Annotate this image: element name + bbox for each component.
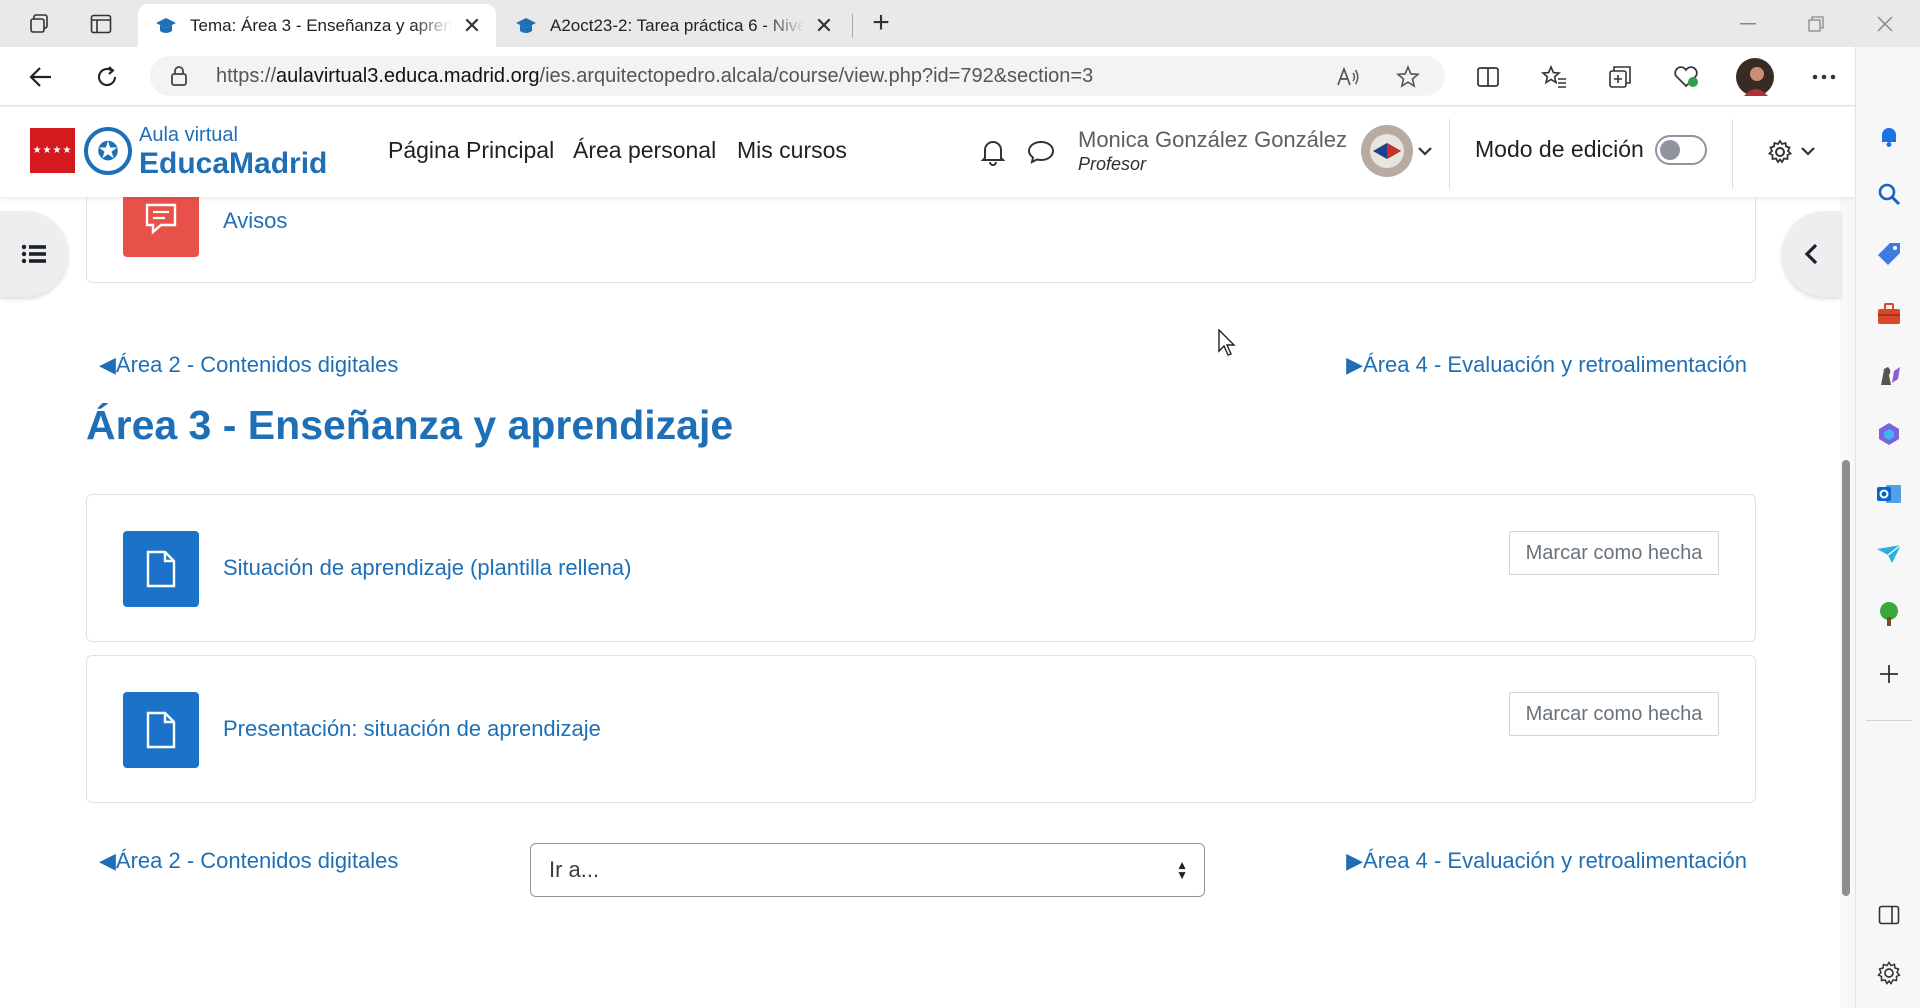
logo-title[interactable]: EducaMadrid	[139, 147, 327, 181]
tree-icon[interactable]	[1874, 599, 1904, 629]
browser-sidebar	[1855, 47, 1920, 1008]
read-aloud-icon[interactable]	[1328, 59, 1368, 95]
profile-avatar[interactable]	[1735, 55, 1775, 99]
browser-toolbar: https://aulavirtual3.educa.madrid.org/ie…	[0, 47, 1920, 106]
header-divider	[1449, 119, 1450, 189]
new-tab-button[interactable]: +	[864, 6, 898, 40]
send-icon[interactable]	[1874, 539, 1904, 569]
restore-icon[interactable]	[1788, 4, 1844, 44]
user-name[interactable]: Monica González González	[1078, 127, 1347, 153]
moodle-favicon-icon	[156, 17, 176, 33]
close-tab-icon[interactable]: ✕	[462, 13, 482, 39]
mark-as-done-button[interactable]: Marcar como hecha	[1509, 692, 1719, 736]
chevron-left-icon	[1804, 243, 1818, 265]
activity-link[interactable]: Situación de aprendizaje (plantilla rell…	[223, 555, 631, 581]
list-icon	[21, 244, 46, 264]
nav-mis-cursos[interactable]: Mis cursos	[737, 137, 847, 164]
layout-icon[interactable]	[1874, 900, 1904, 930]
activity-link-avisos[interactable]: Avisos	[223, 208, 287, 234]
collections-icon[interactable]	[1600, 59, 1640, 95]
close-tab-icon[interactable]: ✕	[814, 13, 834, 39]
activity-card: Situación de aprendizaje (plantilla rell…	[86, 494, 1756, 642]
activity-card: Presentación: situación de aprendizaje M…	[86, 655, 1756, 803]
tab-title: A2oct23-2: Tarea práctica 6 - Nivel	[550, 15, 804, 35]
tab-title: Tema: Área 3 - Enseñanza y aprendizaje	[190, 15, 452, 35]
web-page: ★★★★ ✪ Aula virtual EducaMadrid Página P…	[0, 107, 1855, 1008]
url-host: aulavirtual3.educa.madrid.org	[276, 64, 540, 87]
tab-active[interactable]: Tema: Área 3 - Enseñanza y aprendizaje ✕	[138, 4, 496, 47]
activity-link[interactable]: Presentación: situación de aprendizaje	[223, 716, 601, 742]
messages-icon[interactable]	[1026, 137, 1056, 167]
address-bar[interactable]: https://aulavirtual3.educa.madrid.org/ie…	[150, 56, 1445, 96]
nav-pagina-principal[interactable]: Página Principal	[388, 137, 554, 164]
toolbox-icon[interactable]	[1874, 299, 1904, 329]
mouse-cursor-icon	[1218, 329, 1236, 356]
url-scheme: https://	[216, 64, 277, 87]
workspaces-icon[interactable]	[22, 8, 56, 40]
user-avatar[interactable]	[1361, 125, 1413, 177]
tab-separator	[852, 14, 853, 38]
site-header: ★★★★ ✪ Aula virtual EducaMadrid Página P…	[0, 107, 1855, 197]
madrid-flag-logo: ★★★★	[30, 128, 75, 173]
jump-to-select[interactable]: Ir a... ▲ ▼	[530, 843, 1205, 897]
back-arrow-icon[interactable]	[22, 59, 60, 95]
user-menu-chevron-icon[interactable]	[1410, 137, 1440, 167]
reload-icon[interactable]	[88, 59, 126, 95]
search-icon[interactable]	[1874, 179, 1904, 209]
header-divider	[1732, 119, 1733, 189]
file-icon	[123, 692, 199, 768]
vertical-tabs-icon[interactable]	[84, 8, 118, 40]
next-section-link-bottom[interactable]: ▶Área 4 - Evaluación y retroalimentación	[1346, 848, 1747, 874]
chess-icon[interactable]	[1874, 359, 1904, 389]
gear-chevron-down-icon[interactable]	[1797, 137, 1819, 167]
outlook-icon[interactable]	[1874, 479, 1904, 509]
browser-essentials-icon[interactable]	[1666, 59, 1706, 95]
favorites-icon[interactable]	[1534, 59, 1574, 95]
favorite-star-icon[interactable]	[1388, 59, 1428, 95]
block-drawer-toggle[interactable]	[1782, 211, 1840, 297]
logo-subtitle[interactable]: Aula virtual	[139, 124, 238, 147]
section-title: Área 3 - Enseñanza y aprendizaje	[86, 402, 734, 448]
prev-section-link-bottom[interactable]: ◀Área 2 - Contenidos digitales	[99, 848, 398, 874]
browser-tab-strip: Tema: Área 3 - Enseñanza y aprendizaje ✕…	[0, 0, 1920, 47]
jump-to-placeholder: Ir a...	[549, 857, 600, 882]
copilot-app-icon[interactable]	[1874, 419, 1904, 449]
prev-section-link[interactable]: ◀Área 2 - Contenidos digitales	[99, 352, 398, 378]
split-screen-icon[interactable]	[1468, 59, 1508, 95]
toggle-knob	[1660, 140, 1680, 160]
lock-icon	[170, 65, 196, 87]
bell-icon[interactable]	[1874, 121, 1904, 151]
next-section-link[interactable]: ▶Área 4 - Evaluación y retroalimentación	[1346, 352, 1747, 378]
educamadrid-emblem-icon: ✪	[84, 127, 132, 175]
tab-inactive[interactable]: A2oct23-2: Tarea práctica 6 - Nivel ✕	[498, 4, 848, 47]
mark-as-done-button[interactable]: Marcar como hecha	[1509, 531, 1719, 575]
file-icon	[123, 531, 199, 607]
moodle-favicon-icon	[516, 17, 536, 33]
course-index-toggle[interactable]	[0, 211, 68, 297]
sidebar-divider	[1866, 720, 1912, 721]
url-path: /ies.arquitectopedro.alcala/course/view.…	[539, 64, 1094, 87]
tag-icon[interactable]	[1874, 239, 1904, 269]
course-settings-gear-icon[interactable]	[1765, 137, 1795, 167]
nav-area-personal[interactable]: Área personal	[573, 137, 716, 164]
plus-icon[interactable]	[1874, 659, 1904, 689]
notifications-bell-icon[interactable]	[978, 137, 1008, 167]
user-role: Profesor	[1078, 154, 1147, 174]
edit-mode-label: Modo de edición	[1475, 136, 1644, 162]
settings-icon[interactable]	[1874, 958, 1904, 988]
minimize-icon[interactable]	[1720, 4, 1776, 44]
more-options-icon[interactable]	[1804, 59, 1844, 95]
select-arrows-icon: ▲ ▼	[1176, 858, 1188, 882]
page-scrollbar-thumb[interactable]	[1842, 460, 1850, 896]
edit-mode-toggle[interactable]	[1655, 135, 1707, 165]
window-close-icon[interactable]	[1857, 4, 1913, 44]
